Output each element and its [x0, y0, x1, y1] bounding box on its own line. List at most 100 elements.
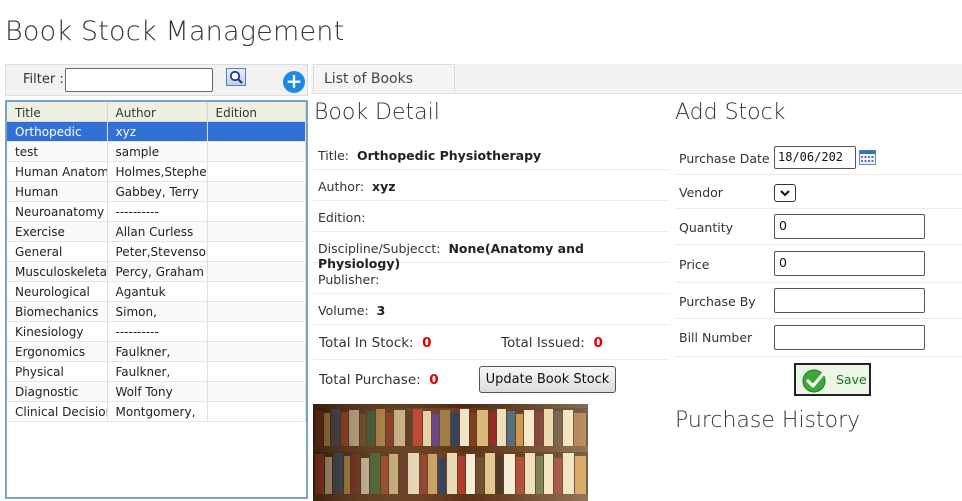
add-book-button[interactable]: + [283, 71, 305, 93]
cell-title: Ergonomics [7, 341, 108, 362]
cell-title: Kinesiology [7, 321, 108, 342]
calendar-icon[interactable] [859, 150, 876, 165]
bill-number-input[interactable] [774, 325, 925, 350]
table-header-row: Title Author Edition [7, 102, 306, 122]
book-list-panel: Title Author Edition Orthopedic xyz test s… [5, 100, 308, 499]
vendor-select[interactable] [774, 184, 796, 202]
page-title: Book Stock Management [5, 16, 345, 47]
cell-title: Neurological [7, 281, 108, 302]
column-header-edition[interactable]: Edition [207, 102, 306, 122]
search-button[interactable] [226, 68, 246, 86]
table-row[interactable]: Diagnostic Wolf Tony [7, 381, 306, 402]
cell-author: Peter,Stevenson [107, 241, 208, 262]
cell-title: Biomechanics [7, 301, 108, 322]
purchase-by-input[interactable] [774, 288, 925, 313]
total-purchase-value: 0 [429, 372, 439, 388]
cell-author: Gabbey, Terry [107, 181, 208, 202]
detail-publisher-label: Publisher: [318, 272, 380, 287]
add-stock-heading: Add Stock [675, 100, 786, 125]
cell-author: Faulkner, [107, 341, 208, 362]
column-header-author[interactable]: Author [107, 102, 208, 122]
cell-title: Musculoskeletal [7, 261, 108, 282]
table-row[interactable]: Human Anatomy Holmes,Stephen [7, 161, 306, 182]
detail-stock-row: Total In Stock: 0 Total Issued: 0 [313, 326, 670, 360]
cell-title: Clinical Decision [7, 401, 108, 422]
table-row[interactable]: Orthopedic xyz [7, 121, 306, 142]
total-issued-value: 0 [593, 335, 603, 351]
cell-edition [207, 301, 306, 322]
cell-title: Physical [7, 361, 108, 382]
table-row[interactable]: Exercise Allan Curless [7, 221, 306, 242]
table-row[interactable]: test sample [7, 141, 306, 162]
cell-author: Faulkner, [107, 361, 208, 382]
cell-edition [207, 361, 306, 382]
table-row[interactable]: Biomechanics Simon, [7, 301, 306, 322]
quantity-label: Quantity [679, 220, 734, 235]
vendor-label: Vendor [679, 185, 723, 200]
total-purchase-label: Total Purchase: [319, 372, 421, 388]
cell-title: Human Anatomy [7, 161, 108, 182]
filter-label: Filter : [23, 72, 64, 87]
table-row[interactable]: Human Gabbey, Terry [7, 181, 306, 202]
cell-author: Montgomery, [107, 401, 208, 422]
table-row[interactable]: Clinical Decision Montgomery, [7, 401, 306, 422]
cell-title: Exercise [7, 221, 108, 242]
cell-edition [207, 141, 306, 162]
quantity-row: Quantity 0 [675, 209, 962, 245]
total-in-stock-label: Total In Stock: [319, 335, 414, 351]
cell-author: Simon, [107, 301, 208, 322]
table-row[interactable]: Kinesiology ---------- [7, 321, 306, 342]
cell-title: Diagnostic [7, 381, 108, 402]
cell-edition [207, 161, 306, 182]
detail-publisher-row: Publisher: [313, 264, 670, 294]
total-in-stock-value: 0 [422, 335, 432, 351]
cell-author: xyz [107, 121, 208, 142]
plus-circle-icon: + [285, 69, 303, 93]
cell-title: Orthopedic [7, 121, 108, 142]
detail-volume-value: 3 [376, 303, 386, 318]
cell-author: Allan Curless [107, 221, 208, 242]
detail-title-value: Orthopedic Physiotherapy [356, 148, 542, 163]
save-button[interactable]: Save [794, 363, 871, 396]
cell-edition [207, 281, 306, 302]
table-row[interactable]: Physical Faulkner, [7, 361, 306, 382]
cell-edition [207, 381, 306, 402]
cell-author: Agantuk [107, 281, 208, 302]
purchase-date-input[interactable]: 18/06/202 [774, 146, 856, 169]
cell-author: Percy, Graham [107, 261, 208, 282]
price-input[interactable]: 0 [774, 251, 925, 276]
bill-number-label: Bill Number [679, 330, 753, 345]
detail-title-row: Title: Orthopedic Physiotherapy [313, 140, 670, 170]
save-button-label: Save [836, 372, 867, 387]
cell-title: test [7, 141, 108, 162]
table-row[interactable]: General Peter,Stevenson [7, 241, 306, 262]
table-row[interactable]: Neuroanatomy ---------- [7, 201, 306, 222]
quantity-input[interactable]: 0 [774, 214, 925, 239]
update-book-stock-button[interactable]: Update Book Stock [479, 366, 616, 393]
cell-title: General [7, 241, 108, 262]
vendor-row: Vendor [675, 175, 962, 209]
detail-title-label: Title: [318, 148, 349, 163]
cell-author: Holmes,Stephen [107, 161, 208, 182]
column-header-title[interactable]: Title [7, 102, 108, 122]
cell-edition [207, 341, 306, 362]
filter-input[interactable] [65, 68, 213, 92]
tab-list-of-books[interactable]: List of Books [313, 64, 455, 93]
detail-discipline-label: Discipline/Subjecct: [318, 241, 441, 256]
detail-volume-row: Volume: 3 [313, 295, 670, 325]
book-detail-heading: Book Detail [314, 100, 440, 125]
cell-title: Human [7, 181, 108, 202]
bookshelf-image [313, 404, 588, 501]
cell-edition [207, 181, 306, 202]
cell-author: sample [107, 141, 208, 162]
cell-edition [207, 221, 306, 242]
purchase-by-label: Purchase By [679, 294, 756, 309]
search-icon [229, 70, 243, 84]
purchase-date-label: Purchase Date [679, 151, 770, 166]
table-row[interactable]: Musculoskeletal Percy, Graham [7, 261, 306, 282]
table-row[interactable]: Neurological Agantuk [7, 281, 306, 302]
purchase-history-heading: Purchase History [675, 408, 861, 433]
table-row[interactable]: Ergonomics Faulkner, [7, 341, 306, 362]
detail-author-label: Author: [318, 179, 365, 194]
bill-number-row: Bill Number [675, 319, 962, 357]
